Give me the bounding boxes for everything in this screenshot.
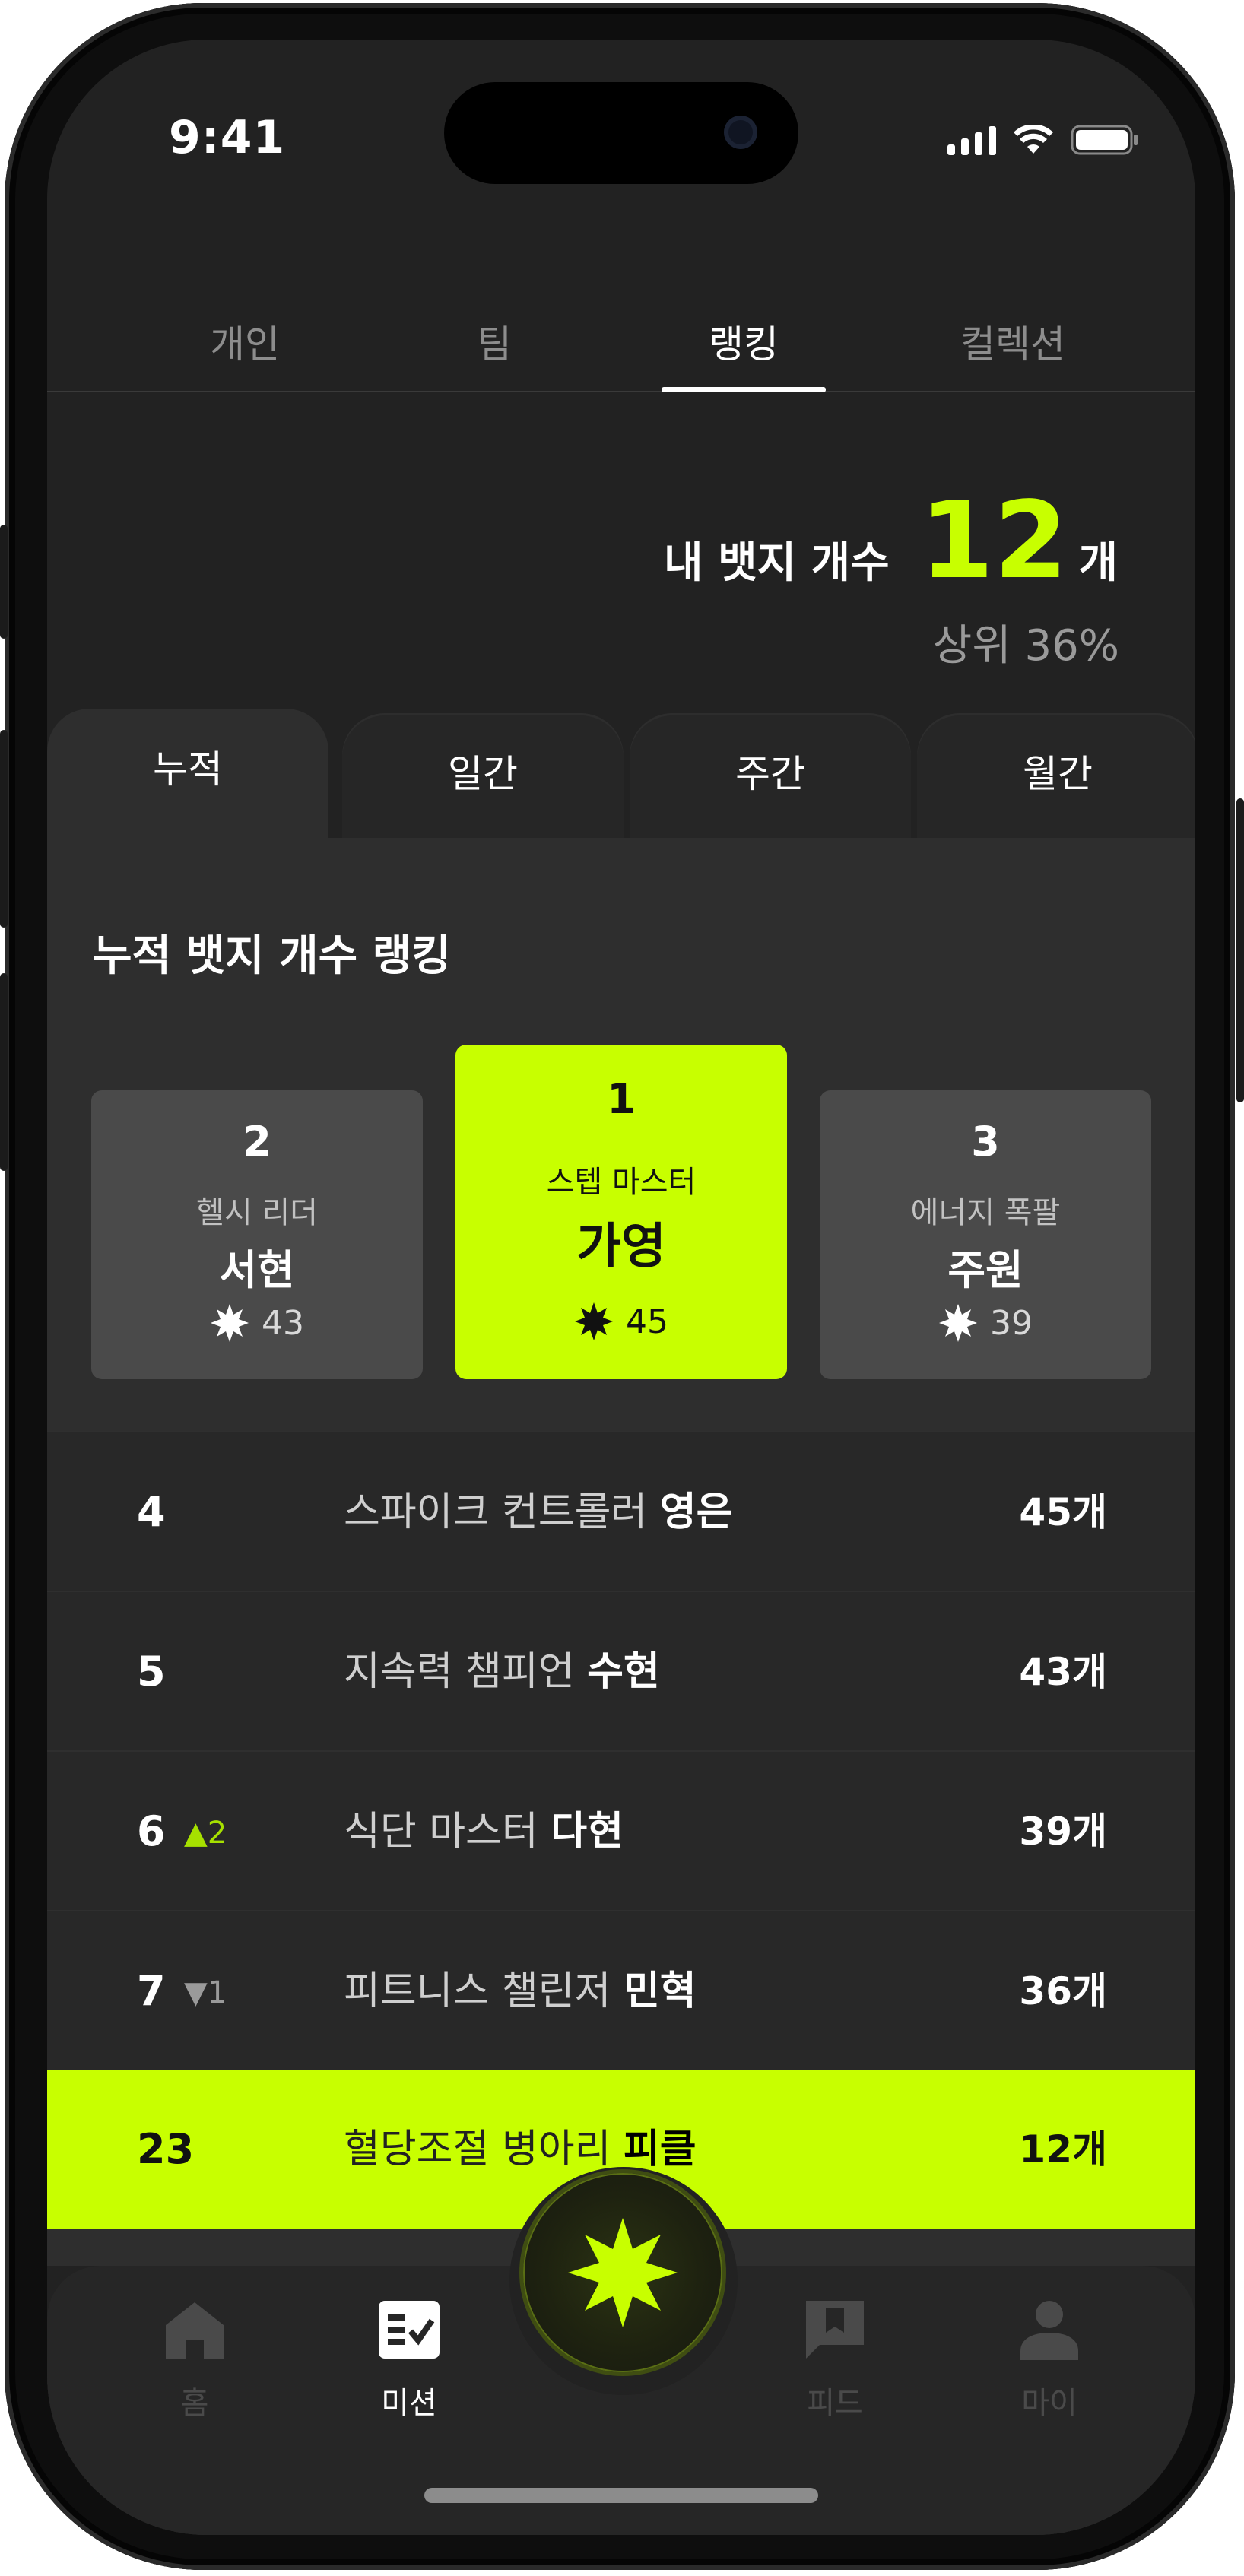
podium-name: 서현 (219, 1246, 295, 1294)
volume-down-button (0, 973, 8, 1171)
volume-up-button (0, 730, 8, 928)
podium-subtitle: 에너지 폭팔 (910, 1195, 1061, 1230)
podium-name: 주원 (947, 1246, 1023, 1294)
podium-name: 가영 (576, 1219, 666, 1275)
badge-burst-icon (575, 1302, 613, 1340)
nav-label: 마이 (1021, 2386, 1077, 2421)
feed-bookmark-icon (806, 2301, 864, 2359)
podium-position: 2 (243, 1118, 271, 1166)
row-rank: 6 (137, 1807, 166, 1855)
rank-up-indicator: ▲2 (184, 1816, 227, 1851)
badge-burst-icon (939, 1304, 977, 1342)
rank-down-indicator: ▼1 (184, 1975, 227, 2010)
row-title: 지속력 챔피언 수현 (344, 1649, 660, 1695)
nav-label: 홈 (180, 2386, 209, 2421)
tab-daily[interactable]: 일간 (342, 713, 624, 839)
tab-weekly[interactable]: 주간 (630, 713, 911, 839)
podium-subtitle: 헬시 리더 (196, 1195, 318, 1230)
row-rank: 4 (137, 1488, 166, 1536)
row-name: 다현 (551, 1809, 624, 1854)
home-icon (166, 2302, 224, 2359)
badge-burst-icon (568, 2218, 678, 2327)
tab-cumulative[interactable]: 누적 (47, 709, 328, 839)
podium-position: 3 (971, 1118, 1000, 1166)
cellular-signal-icon (947, 125, 996, 155)
row-name: 피클 (623, 2127, 697, 2172)
battery-icon (1071, 125, 1138, 155)
profile-icon (1020, 2301, 1078, 2360)
status-time: 9:41 (169, 111, 286, 164)
row-rank: 23 (137, 2125, 195, 2173)
podium-position: 1 (607, 1075, 636, 1123)
row-name: 수현 (587, 1649, 660, 1695)
tab-collection[interactable]: 컬렉션 (929, 298, 1096, 391)
camera-icon (724, 116, 757, 149)
podium-score: 45 (455, 1302, 787, 1341)
nav-label: 미션 (381, 2386, 437, 2421)
nav-mission[interactable]: 미션 (333, 2298, 485, 2422)
tab-monthly[interactable]: 월간 (917, 713, 1195, 839)
top-tab-bar: 개인 팀 랭킹 컬렉션 (47, 298, 1195, 392)
badge-center-button[interactable] (523, 2173, 722, 2372)
my-badge-summary: 내 뱃지 개수 12 개 (664, 488, 1118, 595)
badge-burst-icon (211, 1304, 249, 1342)
podium-score-value: 43 (262, 1303, 304, 1343)
ranking-title: 누적 뱃지 개수 랭킹 (93, 931, 451, 981)
row-count: 36개 (1019, 1969, 1107, 2013)
podium-second[interactable]: 2 헬시 리더 서현 43 (91, 1090, 423, 1379)
power-button (1236, 798, 1244, 1102)
row-title: 스파이크 컨트롤러 영은 (344, 1489, 733, 1535)
home-indicator[interactable] (424, 2488, 818, 2503)
wifi-icon (1014, 125, 1053, 154)
podium-first[interactable]: 1 스텝 마스터 가영 45 (455, 1045, 787, 1379)
period-tab-bar: 일간 주간 월간 누적 (47, 709, 1195, 839)
podium-score-value: 39 (990, 1303, 1033, 1343)
row-name: 영은 (659, 1489, 733, 1535)
ranking-row[interactable]: 4 스파이크 컨트롤러 영은 45개 (47, 1431, 1195, 1592)
row-title: 피트니스 챌린저 민혁 (344, 1968, 697, 2014)
my-rank-percentile: 상위 36% (932, 621, 1119, 671)
row-rank: 7 (137, 1967, 166, 2015)
podium-subtitle: 스텝 마스터 (546, 1165, 697, 1200)
nav-my[interactable]: 마이 (973, 2298, 1125, 2422)
podium-score: 43 (91, 1303, 423, 1343)
nav-label: 피드 (807, 2386, 863, 2421)
row-count: 12개 (1019, 2127, 1107, 2172)
row-title: 식단 마스터 다현 (344, 1809, 624, 1854)
dynamic-island (444, 82, 798, 184)
nav-home[interactable]: 홈 (119, 2298, 271, 2422)
my-badge-label: 내 뱃지 개수 (664, 538, 890, 588)
mission-checklist-icon (379, 2301, 440, 2359)
ranking-row[interactable]: 5 지속력 챔피언 수현 43개 (47, 1591, 1195, 1752)
mute-switch (0, 525, 8, 639)
row-count: 39개 (1019, 1810, 1107, 1854)
podium-third[interactable]: 3 에너지 폭팔 주원 39 (820, 1090, 1151, 1379)
row-count: 43개 (1019, 1650, 1107, 1694)
my-badge-unit: 개 (1078, 538, 1118, 588)
row-rank: 5 (137, 1648, 166, 1696)
row-name: 민혁 (623, 1968, 697, 2014)
status-icons (947, 125, 1139, 155)
tab-ranking[interactable]: 랭킹 (660, 298, 827, 392)
my-badge-count: 12 (919, 479, 1068, 603)
tab-team[interactable]: 팀 (411, 298, 578, 391)
podium-score-value: 45 (626, 1302, 668, 1341)
nav-feed[interactable]: 피드 (759, 2298, 911, 2422)
podium-score: 39 (820, 1303, 1151, 1343)
app-screen: 9:41 개인 팀 랭킹 컬렉션 내 뱃지 개수 12 개 상위 36% 일간 … (47, 40, 1195, 2535)
tab-personal[interactable]: 개인 (161, 298, 328, 391)
ranking-row[interactable]: 7 ▼1 피트니스 챌린저 민혁 36개 (47, 1910, 1195, 2071)
ranking-row[interactable]: 6 ▲2 식단 마스터 다현 39개 (47, 1750, 1195, 1911)
row-count: 45개 (1019, 1490, 1107, 1534)
